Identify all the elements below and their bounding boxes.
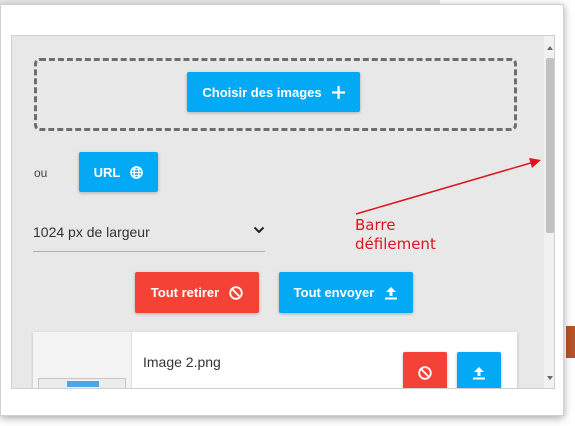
remove-all-button[interactable]: Tout retirer bbox=[135, 272, 259, 313]
choose-images-button[interactable]: Choisir des images bbox=[187, 72, 360, 112]
url-button[interactable]: URL bbox=[79, 152, 158, 192]
background-page-fragment bbox=[566, 326, 575, 358]
scrollbar-thumb[interactable] bbox=[546, 58, 554, 233]
scroll-down-arrow-icon[interactable] bbox=[544, 374, 555, 382]
remove-image-button[interactable] bbox=[403, 352, 447, 388]
vertical-scrollbar[interactable] bbox=[544, 36, 555, 388]
chevron-down-icon bbox=[253, 226, 265, 234]
image-list-item: Image 2.png bbox=[33, 332, 517, 388]
upload-panel: Choisir des images ou URL 1024 px de lar… bbox=[11, 35, 555, 389]
block-icon bbox=[229, 285, 243, 300]
upload-popup-window: Choisir des images ou URL 1024 px de lar… bbox=[0, 4, 564, 416]
url-label: URL bbox=[93, 164, 121, 180]
or-label: ou bbox=[34, 166, 48, 180]
send-image-button[interactable] bbox=[457, 352, 501, 388]
image-thumbnail bbox=[33, 332, 132, 388]
thumbnail-preview bbox=[38, 378, 126, 388]
image-file-name: Image 2.png bbox=[143, 354, 221, 370]
globe-icon bbox=[130, 165, 144, 179]
choose-images-label: Choisir des images bbox=[202, 84, 322, 100]
thumbnail-button-preview bbox=[67, 381, 99, 387]
send-all-label: Tout envoyer bbox=[293, 285, 375, 300]
width-select-value: 1024 px de largeur bbox=[33, 224, 150, 240]
plus-icon bbox=[331, 85, 345, 99]
block-icon bbox=[418, 366, 432, 380]
annotation-label: Barre défilement bbox=[355, 216, 436, 253]
upload-icon bbox=[385, 286, 398, 299]
scroll-up-arrow-icon[interactable] bbox=[544, 44, 555, 52]
width-select[interactable]: 1024 px de largeur bbox=[33, 216, 265, 252]
upload-icon bbox=[473, 367, 485, 380]
send-all-button[interactable]: Tout envoyer bbox=[279, 272, 413, 313]
remove-all-label: Tout retirer bbox=[150, 285, 220, 300]
